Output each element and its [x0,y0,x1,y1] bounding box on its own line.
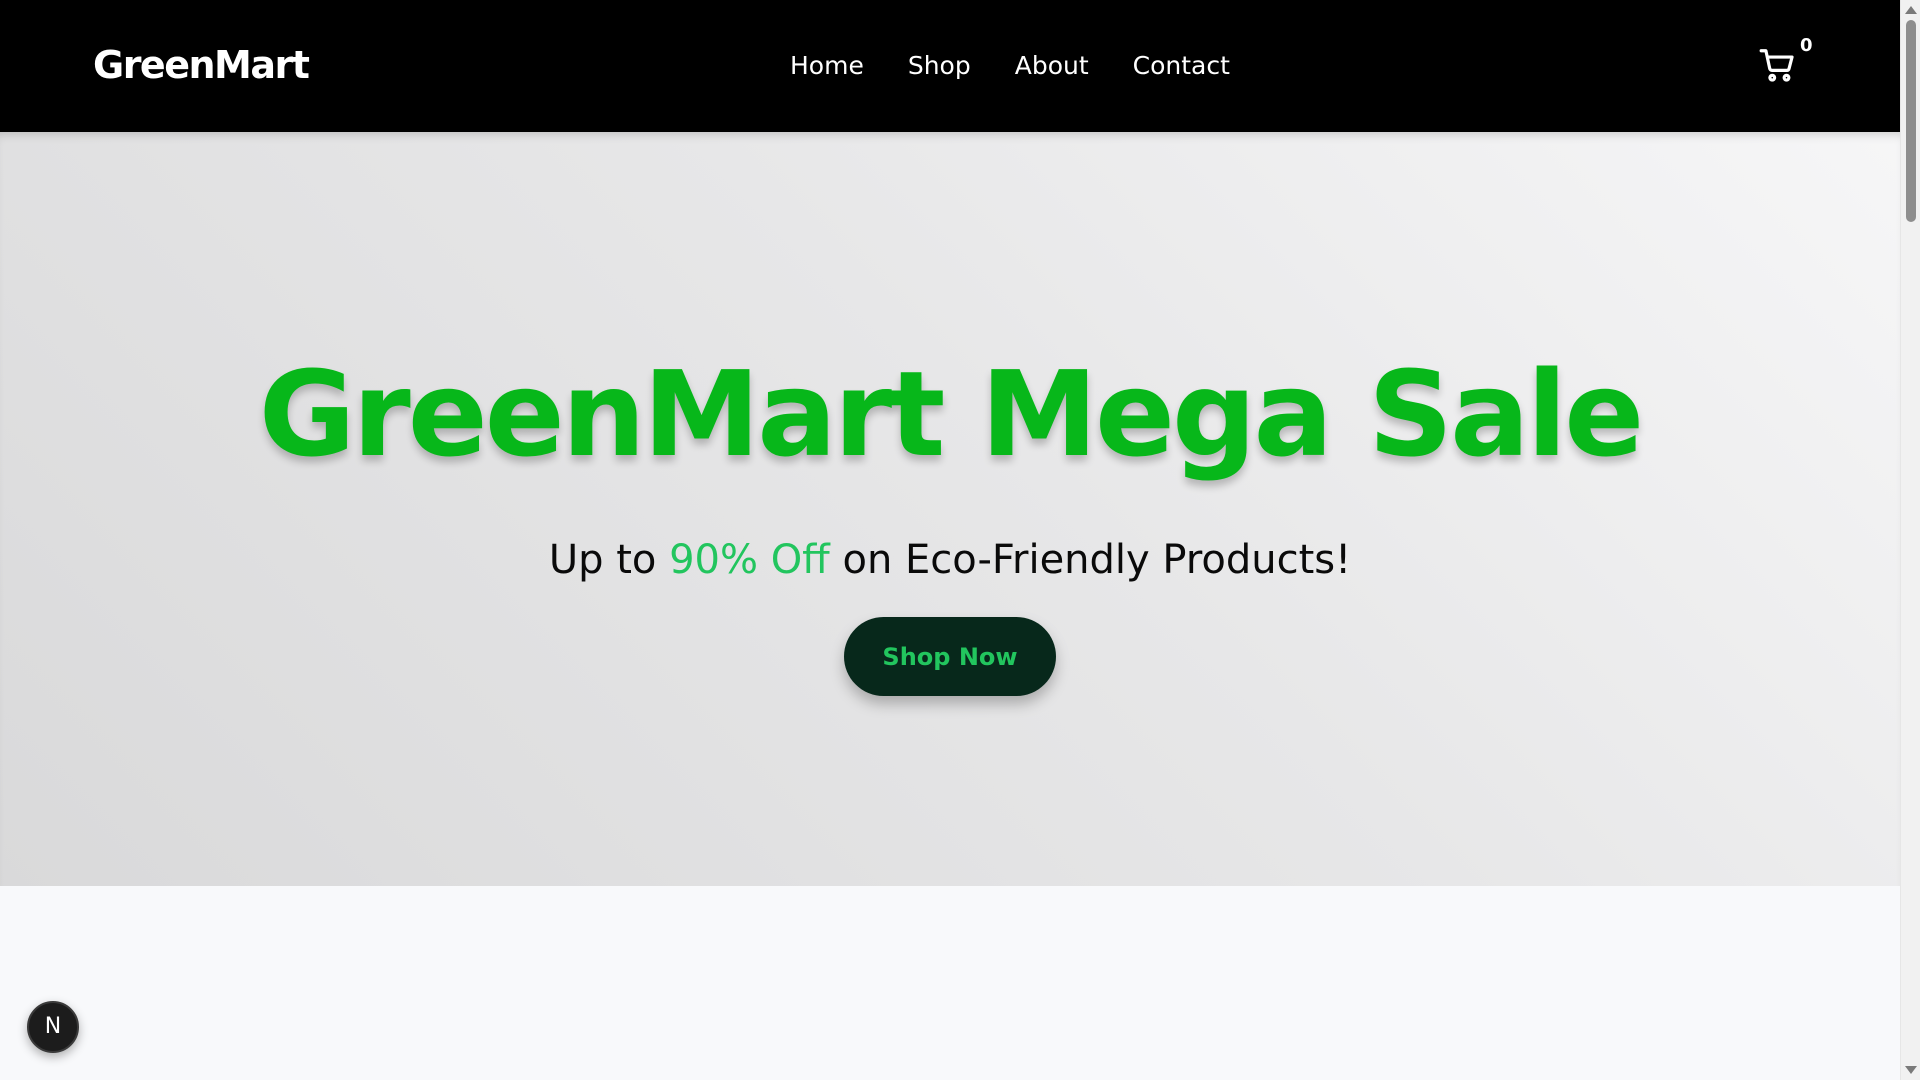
subtitle-prefix: Up to [548,537,670,583]
page-scrollbar[interactable] [1900,0,1920,1080]
main-nav: Home Shop About Contact [790,44,1230,88]
top-navbar: GreenMart Home Shop About Contact 0 [0,0,1900,132]
scroll-up-arrow-icon[interactable] [1905,6,1917,14]
page: GreenMart Home Shop About Contact 0 Gree… [0,0,1920,1080]
nav-link-contact[interactable]: Contact [1133,44,1230,88]
cart-count-badge: 0 [1800,35,1813,56]
nextjs-devtools-icon[interactable]: N [27,1001,79,1053]
subtitle-suffix: on Eco-Friendly Products! [829,537,1352,583]
brand-logo[interactable]: GreenMart [93,40,310,90]
scroll-down-arrow-icon[interactable] [1905,1066,1917,1074]
cart-button[interactable] [1758,46,1798,86]
nav-link-about[interactable]: About [1015,44,1089,88]
scrollbar-thumb[interactable] [1906,20,1916,222]
hero-banner: GreenMart Mega Sale Up to 90% Off on Eco… [0,132,1900,886]
content-section [0,886,1900,1080]
shopping-cart-icon [1758,46,1798,84]
hero-title: GreenMart Mega Sale [258,345,1645,483]
discount-highlight: 90% Off [669,537,830,583]
nav-link-shop[interactable]: Shop [908,44,971,88]
hero-subtitle: Up to 90% Off on Eco-Friendly Products! [0,532,1900,588]
nav-link-home[interactable]: Home [790,44,864,88]
shop-now-button[interactable]: Shop Now [844,617,1056,696]
